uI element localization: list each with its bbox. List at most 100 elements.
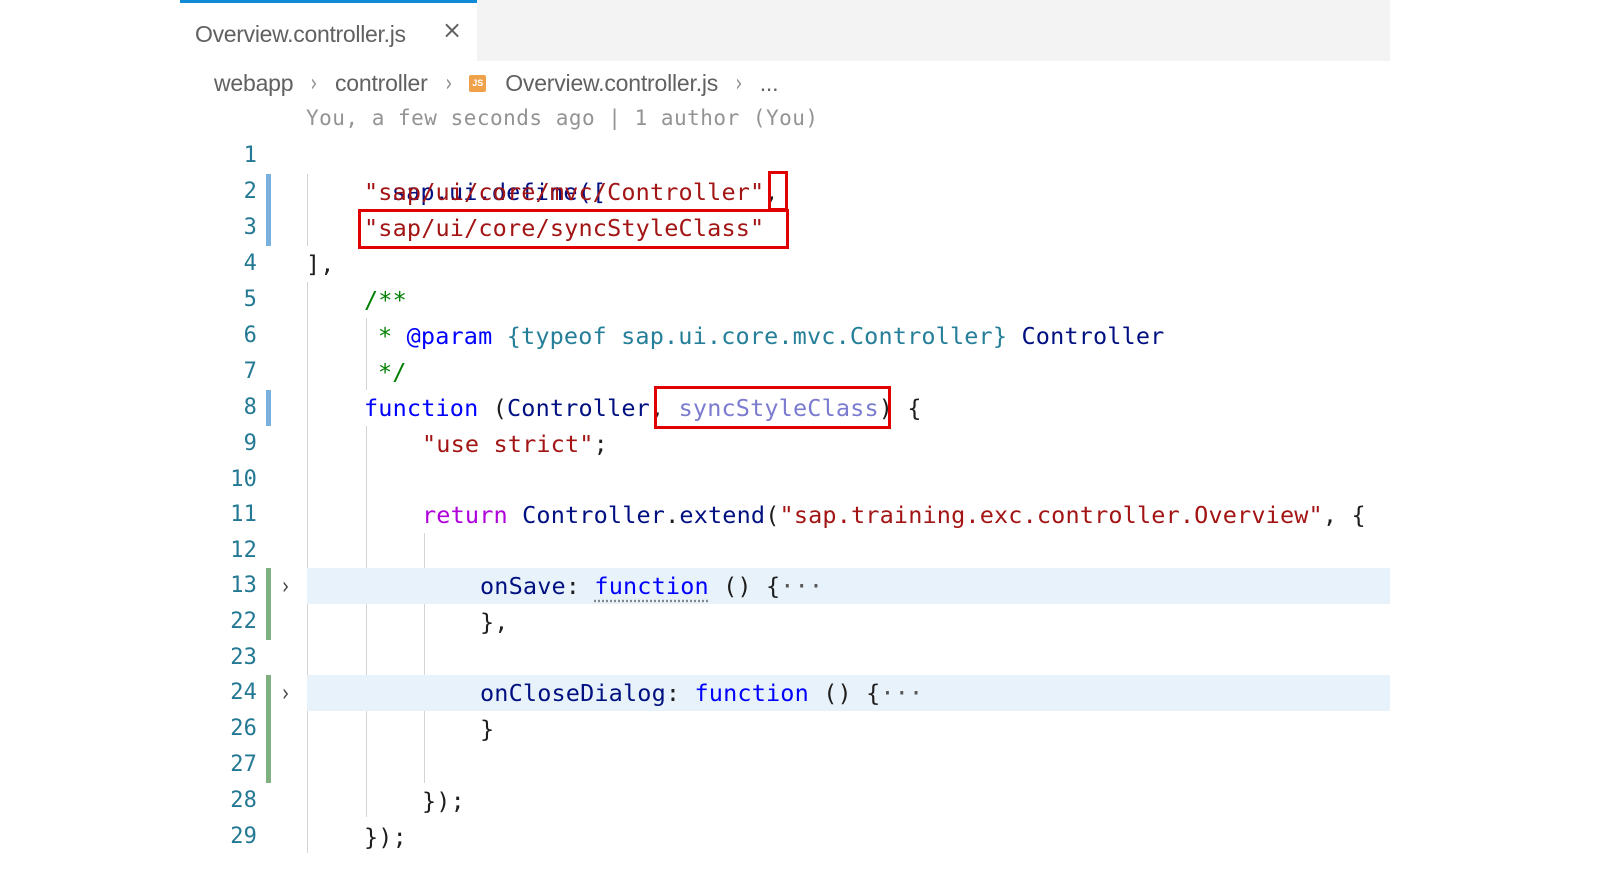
code-token: (: [478, 394, 507, 422]
line-number: 27: [230, 752, 257, 777]
code-token: "use strict": [422, 430, 594, 458]
chevron-right-icon[interactable]: ›: [282, 677, 294, 709]
code-line: 29 });: [0, 819, 1600, 855]
tab-label: Overview.controller.js: [195, 21, 406, 47]
code-token: },: [480, 608, 509, 636]
breadcrumb-item-webapp[interactable]: webapp: [214, 70, 294, 97]
code-line: 26 }: [0, 711, 1600, 747]
highlight-box-comma: [768, 171, 788, 211]
code-line: 9 "use strict";: [0, 426, 1600, 462]
code-token: , {: [1322, 501, 1366, 529]
code-token: /**: [364, 286, 407, 314]
code-line: 22 },: [0, 604, 1600, 640]
code-token: @param: [406, 322, 493, 350]
code-token: () {: [708, 572, 781, 600]
code-token: "sap/ui/core/mvc/Controller": [364, 178, 765, 206]
code-token: function: [364, 394, 479, 422]
code-line: 1 sap.ui.define([: [0, 138, 1600, 206]
chevron-right-icon: ›: [310, 69, 318, 97]
code-token: () {: [808, 679, 881, 707]
code-token: Controller: [1021, 322, 1165, 350]
line-number: 6: [243, 323, 257, 348]
code-line: 27: [0, 747, 1600, 783]
code-line-folded: 24 › onCloseDialog: function () {···: [0, 675, 1600, 711]
line-number: 1: [243, 143, 257, 168]
modified-line-marker[interactable]: [266, 210, 271, 246]
code-line: 10: [0, 462, 1600, 498]
code-token: {typeof sap.ui.core.mvc.Controller}: [506, 322, 1008, 350]
folded-line-highlight: [307, 568, 1390, 604]
code-token: */: [378, 358, 407, 386]
added-line-marker[interactable]: [266, 568, 271, 604]
code-token: (: [765, 501, 780, 529]
code-token: *: [378, 322, 407, 350]
code-line-folded: 13 › onSave: function () {···: [0, 568, 1600, 604]
chevron-right-icon: ›: [445, 69, 452, 97]
code-line: 4 ],: [0, 246, 1600, 282]
code-token: :: [665, 679, 695, 707]
code-line: 7 */: [0, 354, 1600, 390]
code-line: 11 return Controller.extend("sap.trainin…: [0, 497, 1600, 533]
line-number: 2: [243, 179, 257, 204]
code-token: :: [565, 572, 595, 600]
line-number: 7: [243, 359, 257, 384]
folded-code-ellipsis[interactable]: ···: [780, 572, 823, 600]
code-line: 5 /**: [0, 282, 1600, 318]
code-token: Controller: [507, 394, 650, 422]
breadcrumb-item-file[interactable]: Overview.controller.js: [505, 70, 718, 97]
tab-overview-controller[interactable]: Overview.controller.js ×: [180, 0, 477, 61]
line-number: 24: [230, 680, 257, 705]
line-number: 8: [243, 395, 257, 420]
code-token: ],: [306, 250, 335, 278]
line-number: 11: [230, 502, 257, 527]
line-number: 26: [230, 716, 257, 741]
added-line-marker[interactable]: [266, 604, 271, 640]
code-line: 12: [0, 533, 1600, 569]
highlight-box-syncstyleclass-import: [358, 209, 789, 249]
added-line-marker[interactable]: [266, 747, 271, 783]
code-line: 3 "sap/ui/core/syncStyleClass": [0, 210, 1600, 246]
line-number: 12: [230, 538, 257, 563]
javascript-file-icon: JS: [469, 74, 487, 92]
code-token: return: [422, 501, 508, 529]
added-line-marker[interactable]: [266, 675, 271, 711]
highlight-box-syncstyleclass-param: [654, 386, 891, 429]
line-number: 9: [243, 431, 257, 456]
line-number: 22: [230, 609, 257, 634]
breadcrumb: webapp › controller › JS Overview.contro…: [214, 66, 778, 100]
code-token: onSave: [480, 572, 566, 600]
modified-line-marker[interactable]: [266, 390, 271, 426]
code-token: ;: [593, 430, 608, 458]
code-token: }: [480, 715, 495, 743]
code-token: Controller: [522, 501, 666, 529]
code-token: extend: [679, 501, 766, 529]
code-token: function: [594, 572, 709, 600]
chevron-right-icon: ›: [735, 69, 743, 97]
code-token: .: [665, 501, 680, 529]
editor-tab-strip: Overview.controller.js ×: [180, 0, 1390, 61]
line-number: 10: [230, 467, 257, 492]
breadcrumb-item-symbols[interactable]: ...: [760, 70, 779, 97]
code-token: "sap.training.exc.controller.Overview": [779, 501, 1323, 529]
code-line: 28 });: [0, 783, 1600, 819]
line-number: 13: [230, 573, 257, 598]
added-line-marker[interactable]: [266, 711, 271, 747]
close-icon[interactable]: ×: [442, 16, 462, 44]
line-number: 28: [230, 788, 257, 813]
code-line: 23: [0, 640, 1600, 676]
chevron-right-icon[interactable]: ›: [282, 570, 294, 602]
code-line: 6 * @param {typeof sap.ui.core.mvc.Contr…: [0, 318, 1600, 354]
line-number: 4: [243, 251, 257, 276]
modified-line-marker[interactable]: [266, 174, 271, 210]
folded-code-ellipsis[interactable]: ···: [880, 679, 923, 707]
line-number: 29: [230, 824, 257, 849]
breadcrumb-item-controller[interactable]: controller: [335, 70, 428, 97]
codelens-blame[interactable]: You, a few seconds ago | 1 author (You): [306, 106, 819, 132]
line-number: 5: [243, 287, 257, 312]
code-token: function: [694, 679, 809, 707]
line-number: 3: [243, 215, 257, 240]
code-token: });: [422, 787, 465, 815]
code-token: onCloseDialog: [480, 679, 666, 707]
